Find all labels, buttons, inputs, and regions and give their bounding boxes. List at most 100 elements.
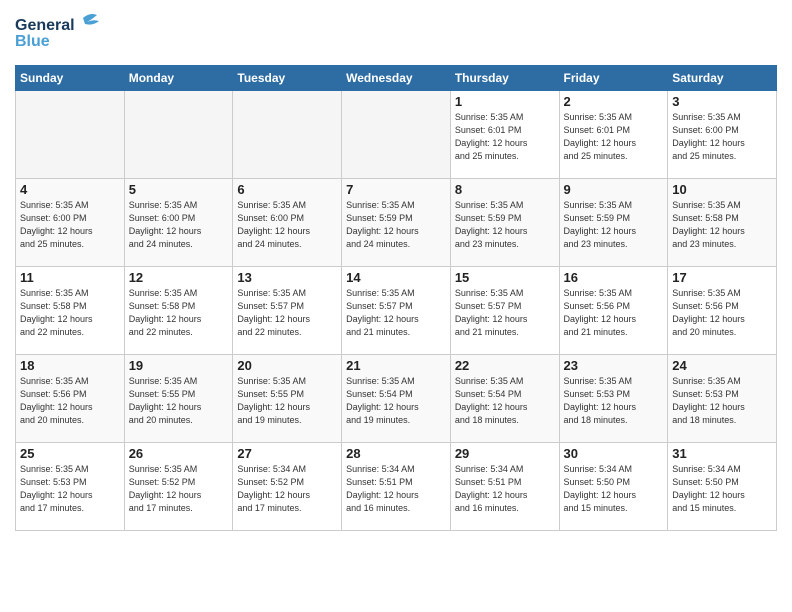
calendar-cell: 15 Sunrise: 5:35 AM Sunset: 5:57 PM Dayli… [450, 267, 559, 355]
day-info: Sunrise: 5:35 AM Sunset: 5:58 PM Dayligh… [20, 287, 120, 339]
calendar-cell: 30 Sunrise: 5:34 AM Sunset: 5:50 PM Dayli… [559, 443, 668, 531]
day-number: 16 [564, 270, 664, 285]
day-info: Sunrise: 5:35 AM Sunset: 6:00 PM Dayligh… [129, 199, 229, 251]
calendar-cell: 10Sunrise: 5:35 AM Sunset: 5:58 PM Dayli… [668, 179, 777, 267]
calendar-header-wednesday: Wednesday [342, 66, 451, 91]
day-info: Sunrise: 5:35 AM Sunset: 5:57 PM Dayligh… [237, 287, 337, 339]
day-info: Sunrise: 5:35 AM Sunset: 6:01 PM Dayligh… [564, 111, 664, 163]
day-number: 3 [672, 94, 772, 109]
day-info: Sunrise: 5:35 AM Sunset: 6:01 PM Dayligh… [455, 111, 555, 163]
calendar-cell: 2 Sunrise: 5:35 AM Sunset: 6:01 PM Daylig… [559, 91, 668, 179]
day-number: 17 [672, 270, 772, 285]
day-info: Sunrise: 5:35 AM Sunset: 5:57 PM Dayligh… [455, 287, 555, 339]
day-number: 15 [455, 270, 555, 285]
calendar-cell: 25 Sunrise: 5:35 AM Sunset: 5:53 PM Dayli… [16, 443, 125, 531]
day-number: 28 [346, 446, 446, 461]
calendar-cell: 3 Sunrise: 5:35 AM Sunset: 6:00 PM Daylig… [668, 91, 777, 179]
calendar-cell [124, 91, 233, 179]
calendar-cell: 20 Sunrise: 5:35 AM Sunset: 5:55 PM Dayli… [233, 355, 342, 443]
day-info: Sunrise: 5:35 AM Sunset: 5:56 PM Dayligh… [672, 287, 772, 339]
day-number: 5 [129, 182, 229, 197]
day-number: 2 [564, 94, 664, 109]
calendar-cell: 27Sunrise: 5:34 AM Sunset: 5:52 PM Dayli… [233, 443, 342, 531]
day-info: Sunrise: 5:35 AM Sunset: 6:00 PM Dayligh… [672, 111, 772, 163]
calendar-cell: 4 Sunrise: 5:35 AM Sunset: 6:00 PM Daylig… [16, 179, 125, 267]
calendar-cell: 12 Sunrise: 5:35 AM Sunset: 5:58 PM Dayli… [124, 267, 233, 355]
logo: General Blue [15, 10, 110, 57]
calendar-week-2: 4 Sunrise: 5:35 AM Sunset: 6:00 PM Daylig… [16, 179, 777, 267]
calendar-header-thursday: Thursday [450, 66, 559, 91]
calendar-cell: 13 Sunrise: 5:35 AM Sunset: 5:57 PM Dayli… [233, 267, 342, 355]
calendar-cell: 16 Sunrise: 5:35 AM Sunset: 5:56 PM Dayli… [559, 267, 668, 355]
calendar-week-3: 11 Sunrise: 5:35 AM Sunset: 5:58 PM Dayli… [16, 267, 777, 355]
day-info: Sunrise: 5:35 AM Sunset: 5:59 PM Dayligh… [564, 199, 664, 251]
day-number: 23 [564, 358, 664, 373]
day-number: 20 [237, 358, 337, 373]
calendar-cell [16, 91, 125, 179]
calendar-cell: 23Sunrise: 5:35 AM Sunset: 5:53 PM Dayli… [559, 355, 668, 443]
day-info: Sunrise: 5:35 AM Sunset: 5:53 PM Dayligh… [20, 463, 120, 515]
calendar-cell: 24 Sunrise: 5:35 AM Sunset: 5:53 PM Dayli… [668, 355, 777, 443]
day-number: 22 [455, 358, 555, 373]
day-info: Sunrise: 5:35 AM Sunset: 5:54 PM Dayligh… [346, 375, 446, 427]
svg-text:General: General [15, 17, 75, 34]
day-info: Sunrise: 5:35 AM Sunset: 5:56 PM Dayligh… [564, 287, 664, 339]
day-number: 9 [564, 182, 664, 197]
day-number: 12 [129, 270, 229, 285]
calendar-header-row: SundayMondayTuesdayWednesdayThursdayFrid… [16, 66, 777, 91]
day-info: Sunrise: 5:35 AM Sunset: 5:55 PM Dayligh… [129, 375, 229, 427]
day-number: 6 [237, 182, 337, 197]
day-info: Sunrise: 5:34 AM Sunset: 5:50 PM Dayligh… [672, 463, 772, 515]
day-info: Sunrise: 5:34 AM Sunset: 5:51 PM Dayligh… [346, 463, 446, 515]
day-number: 10 [672, 182, 772, 197]
day-info: Sunrise: 5:35 AM Sunset: 5:53 PM Dayligh… [672, 375, 772, 427]
day-info: Sunrise: 5:35 AM Sunset: 5:58 PM Dayligh… [129, 287, 229, 339]
day-number: 24 [672, 358, 772, 373]
calendar-cell: 18Sunrise: 5:35 AM Sunset: 5:56 PM Dayli… [16, 355, 125, 443]
day-info: Sunrise: 5:34 AM Sunset: 5:51 PM Dayligh… [455, 463, 555, 515]
day-number: 29 [455, 446, 555, 461]
day-info: Sunrise: 5:34 AM Sunset: 5:50 PM Dayligh… [564, 463, 664, 515]
header: General Blue [15, 10, 777, 57]
calendar-cell: 22 Sunrise: 5:35 AM Sunset: 5:54 PM Dayli… [450, 355, 559, 443]
day-number: 25 [20, 446, 120, 461]
calendar-table: SundayMondayTuesdayWednesdayThursdayFrid… [15, 65, 777, 531]
day-number: 21 [346, 358, 446, 373]
day-number: 30 [564, 446, 664, 461]
day-number: 14 [346, 270, 446, 285]
calendar-cell: 14 Sunrise: 5:35 AM Sunset: 5:57 PM Dayli… [342, 267, 451, 355]
calendar-cell: 6 Sunrise: 5:35 AM Sunset: 6:00 PM Daylig… [233, 179, 342, 267]
day-info: Sunrise: 5:35 AM Sunset: 5:56 PM Dayligh… [20, 375, 120, 427]
calendar-cell: 28 Sunrise: 5:34 AM Sunset: 5:51 PM Dayli… [342, 443, 451, 531]
calendar-cell [233, 91, 342, 179]
page: General Blue SundayMondayTuesdayWednesda… [0, 0, 792, 541]
logo-icon: General Blue [15, 10, 110, 57]
day-info: Sunrise: 5:35 AM Sunset: 5:54 PM Dayligh… [455, 375, 555, 427]
day-info: Sunrise: 5:35 AM Sunset: 6:00 PM Dayligh… [237, 199, 337, 251]
calendar-week-1: 1 Sunrise: 5:35 AM Sunset: 6:01 PM Daylig… [16, 91, 777, 179]
day-number: 27 [237, 446, 337, 461]
day-info: Sunrise: 5:35 AM Sunset: 5:57 PM Dayligh… [346, 287, 446, 339]
day-number: 13 [237, 270, 337, 285]
svg-text:Blue: Blue [15, 33, 50, 50]
calendar-cell: 7Sunrise: 5:35 AM Sunset: 5:59 PM Daylig… [342, 179, 451, 267]
calendar-cell: 29 Sunrise: 5:34 AM Sunset: 5:51 PM Dayli… [450, 443, 559, 531]
calendar-cell: 26 Sunrise: 5:35 AM Sunset: 5:52 PM Dayli… [124, 443, 233, 531]
day-number: 4 [20, 182, 120, 197]
calendar-week-5: 25 Sunrise: 5:35 AM Sunset: 5:53 PM Dayli… [16, 443, 777, 531]
day-number: 19 [129, 358, 229, 373]
day-info: Sunrise: 5:35 AM Sunset: 6:00 PM Dayligh… [20, 199, 120, 251]
day-number: 26 [129, 446, 229, 461]
calendar-week-4: 18Sunrise: 5:35 AM Sunset: 5:56 PM Dayli… [16, 355, 777, 443]
calendar-cell: 9 Sunrise: 5:35 AM Sunset: 5:59 PM Daylig… [559, 179, 668, 267]
calendar-header-tuesday: Tuesday [233, 66, 342, 91]
calendar-cell: 1 Sunrise: 5:35 AM Sunset: 6:01 PM Daylig… [450, 91, 559, 179]
calendar-cell: 21 Sunrise: 5:35 AM Sunset: 5:54 PM Dayli… [342, 355, 451, 443]
day-number: 1 [455, 94, 555, 109]
day-info: Sunrise: 5:35 AM Sunset: 5:55 PM Dayligh… [237, 375, 337, 427]
day-info: Sunrise: 5:35 AM Sunset: 5:52 PM Dayligh… [129, 463, 229, 515]
day-number: 7 [346, 182, 446, 197]
day-number: 8 [455, 182, 555, 197]
day-number: 11 [20, 270, 120, 285]
day-info: Sunrise: 5:35 AM Sunset: 5:59 PM Dayligh… [455, 199, 555, 251]
